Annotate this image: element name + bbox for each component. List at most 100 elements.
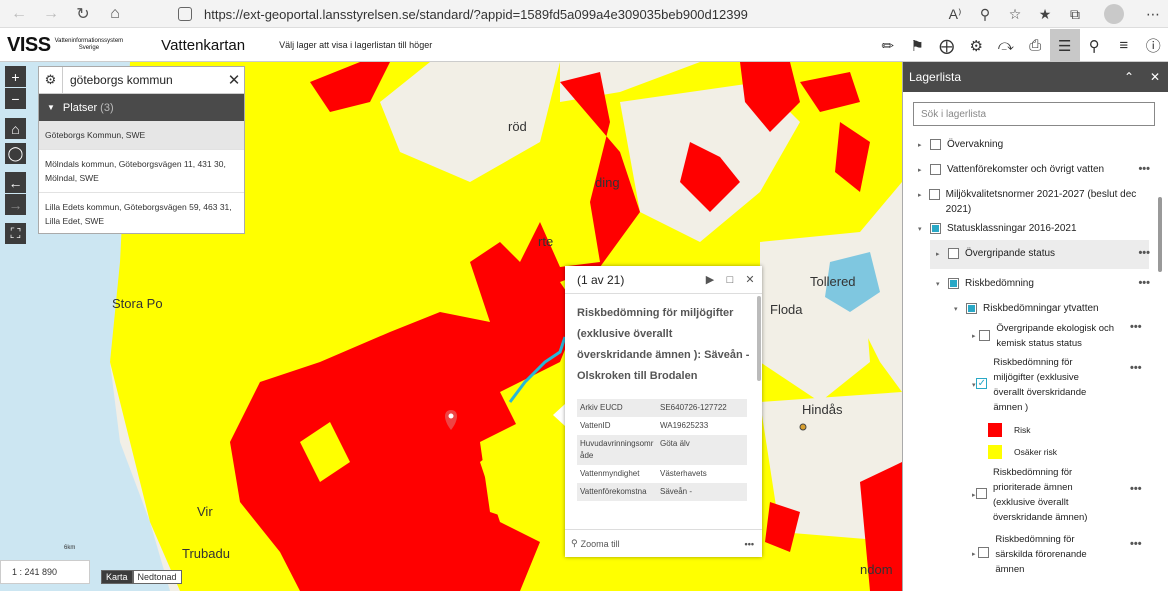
layer-item[interactable]: ▸ Miljökvalitetsnormer 2021-2027 (beslut…: [918, 187, 1140, 217]
home-extent-icon[interactable]: ⌂: [5, 118, 26, 139]
layer-search-input[interactable]: Sök i lagerlista: [913, 102, 1155, 126]
home-icon[interactable]: ⌂: [102, 1, 128, 27]
layer-checkbox[interactable]: [928, 189, 940, 200]
layer-item[interactable]: ▸ Övervakning: [918, 137, 1150, 153]
zoom-to-link[interactable]: Zooma till: [581, 539, 620, 549]
layer-item[interactable]: ▾ Riskbedömning •••: [936, 276, 1150, 292]
zoom-icon[interactable]: ⚲: [970, 0, 1000, 28]
search-input[interactable]: göteborgs kommun: [63, 73, 224, 87]
map-label: ndom: [860, 562, 893, 577]
layer-checkbox[interactable]: [948, 278, 959, 289]
fullscreen-icon[interactable]: ⛶: [5, 223, 26, 244]
basemap-nedtonad-button[interactable]: Nedtonad: [132, 570, 182, 584]
zoom-out-button[interactable]: −: [5, 88, 26, 109]
layer-checkbox[interactable]: [930, 139, 941, 150]
expand-icon[interactable]: ▸: [918, 137, 930, 153]
layer-item[interactable]: ▸ Övergripande status •••: [936, 246, 1150, 262]
url-text: https://ext-geoportal.lansstyrelsen.se/s…: [204, 6, 748, 22]
legend-item: Osäker risk: [988, 445, 1057, 460]
reload-icon[interactable]: ↻: [70, 1, 96, 27]
layer-checkbox[interactable]: [948, 248, 959, 259]
collapse-icon[interactable]: ▾: [936, 276, 948, 292]
filter-icon[interactable]: ⚙: [962, 29, 992, 62]
maximize-icon[interactable]: □: [720, 274, 740, 286]
scale-bar: 6km: [64, 545, 76, 551]
collections-icon[interactable]: ⧉: [1060, 0, 1090, 28]
close-panel-icon[interactable]: ✕: [1142, 70, 1168, 84]
places-section-header[interactable]: ▼ Platser (3): [39, 94, 244, 121]
favorite-add-icon[interactable]: ☆: [1000, 0, 1030, 28]
map-label: Hindås: [802, 402, 843, 417]
search-panel: ⚙ göteborgs kommun ✕ ▼ Platser (3) Göteb…: [38, 66, 245, 234]
search-map-icon[interactable]: ⚲: [1080, 29, 1110, 62]
layer-item[interactable]: ▸ Riskbedömning för särskilda förorenand…: [972, 532, 1104, 577]
layer-checkbox[interactable]: [979, 330, 991, 341]
layer-options-icon[interactable]: •••: [1130, 362, 1142, 374]
logo-sub: Vatteninformationssystem Sverige: [54, 38, 124, 51]
basemap-switcher: Karta Nedtonad: [101, 570, 182, 584]
popup-scrollbar[interactable]: [757, 296, 761, 381]
previous-extent-icon[interactable]: ←: [5, 172, 26, 193]
layer-item[interactable]: ▸ Vattenförekomster och övrigt vatten ••…: [918, 162, 1150, 178]
search-result[interactable]: Lilla Edets kommun, Göteborgsvägen 59, 4…: [39, 193, 244, 235]
print-icon[interactable]: ⎙: [1021, 29, 1051, 62]
menu-icon[interactable]: ⋯: [1138, 0, 1168, 28]
bookmark-icon[interactable]: ⚑: [903, 29, 933, 62]
read-aloud-icon[interactable]: A⁾: [940, 0, 970, 28]
list-icon[interactable]: ≡: [1109, 29, 1139, 62]
collapse-icon[interactable]: ▾: [918, 221, 930, 237]
legend-item: Risk: [988, 423, 1031, 438]
ruler-icon[interactable]: ✏: [873, 29, 903, 62]
viss-logo: VISS Vatteninformationssystem Sverige: [7, 34, 123, 57]
layer-options-icon[interactable]: •••: [1138, 276, 1150, 291]
layer-options-icon[interactable]: •••: [1130, 538, 1142, 550]
layer-checkbox[interactable]: [976, 378, 988, 389]
forward-icon[interactable]: →: [38, 1, 64, 27]
table-row: Vattenförekomstna Säveån -: [577, 483, 747, 501]
search-result[interactable]: Göteborgs Kommun, SWE: [39, 121, 244, 150]
app-hint: Välj lager att visa i lagerlistan till h…: [279, 40, 433, 50]
layer-options-icon[interactable]: •••: [1138, 246, 1150, 261]
expand-icon[interactable]: ▸: [918, 187, 929, 203]
popup-more-icon[interactable]: •••: [745, 539, 754, 549]
layer-item[interactable]: ▾ Riskbedömningar ytvatten: [954, 301, 1150, 317]
expand-icon[interactable]: ▸: [972, 321, 979, 344]
layer-options-icon[interactable]: •••: [1130, 321, 1168, 333]
info-icon[interactable]: ⓘ: [1139, 29, 1168, 62]
layer-item[interactable]: ▾ Riskbedömning för miljögifter (exklusi…: [972, 355, 1102, 415]
table-row: Huvudavrinningsområde Göta älv: [577, 435, 747, 465]
profile-avatar[interactable]: [1104, 4, 1124, 24]
layer-options-icon[interactable]: •••: [1130, 483, 1142, 495]
next-feature-icon[interactable]: ▶: [700, 273, 720, 286]
layer-options-icon[interactable]: •••: [1138, 162, 1150, 177]
address-bar[interactable]: https://ext-geoportal.lansstyrelsen.se/s…: [178, 3, 993, 25]
app-title: Vattenkartan: [161, 36, 246, 54]
layer-checkbox[interactable]: [975, 488, 987, 499]
collapse-panel-icon[interactable]: ⌃: [1116, 70, 1142, 84]
zoom-in-button[interactable]: +: [5, 66, 26, 87]
layer-checkbox[interactable]: [978, 547, 990, 558]
layer-checkbox[interactable]: [930, 164, 941, 175]
layer-checkbox[interactable]: [930, 223, 941, 234]
close-popup-icon[interactable]: ✕: [740, 273, 760, 286]
locate-icon[interactable]: ◯: [5, 143, 26, 164]
expand-icon[interactable]: ▸: [918, 162, 930, 178]
search-result[interactable]: Mölndals kommun, Göteborgsvägen 11, 431 …: [39, 150, 244, 193]
search-settings-icon[interactable]: ⚙: [39, 66, 63, 94]
layer-checkbox[interactable]: [966, 303, 977, 314]
favorites-icon[interactable]: ★: [1030, 0, 1060, 28]
layer-list-scrollbar[interactable]: [1158, 197, 1162, 272]
collapse-icon[interactable]: ▾: [954, 301, 966, 317]
clear-search-icon[interactable]: ✕: [224, 71, 244, 89]
expand-icon[interactable]: ▸: [936, 246, 948, 262]
share-icon[interactable]: ⤼: [991, 29, 1021, 62]
browser-toolbar: ← → ↻ ⌂ https://ext-geoportal.lansstyrel…: [0, 0, 1168, 28]
layer-item[interactable]: ▸ Övergripande ekologisk och kemisk stat…: [972, 321, 1122, 351]
back-icon[interactable]: ←: [6, 1, 32, 27]
basemap-karta-button[interactable]: Karta: [101, 570, 133, 584]
layer-item[interactable]: ▾ Statusklassningar 2016-2021: [918, 221, 1150, 237]
layer-item[interactable]: ▸ Riskbedömning för prioriterade ämnen (…: [972, 465, 1104, 525]
next-extent-icon[interactable]: →: [5, 194, 26, 215]
layers-icon[interactable]: ☰: [1050, 29, 1080, 62]
coordinate-icon[interactable]: ⨁: [932, 29, 962, 62]
